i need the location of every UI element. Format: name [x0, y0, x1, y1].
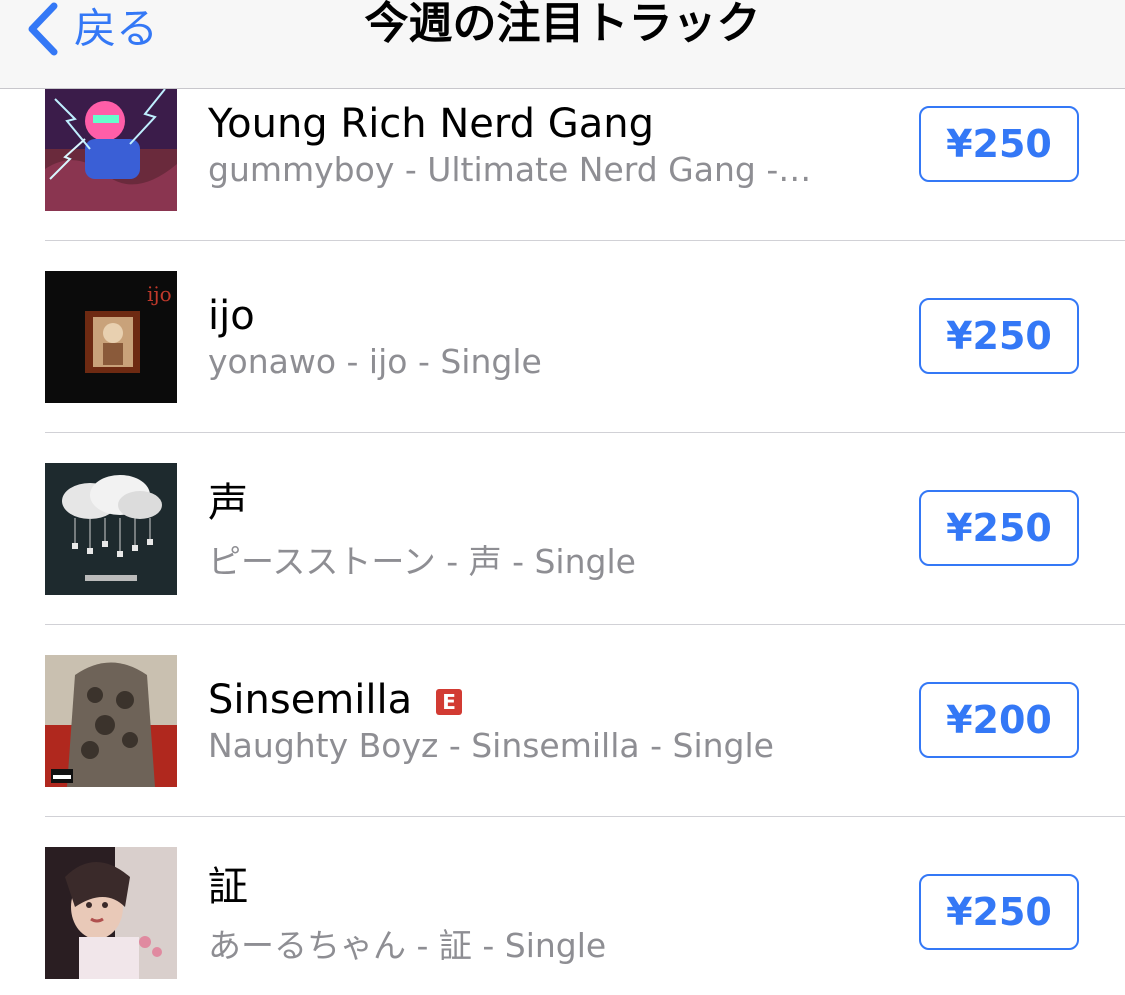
track-title: 声	[208, 480, 248, 526]
page-title: 今週の注目トラック	[364, 0, 761, 49]
track-subtitle: yonawo - ijo - Single	[208, 343, 542, 381]
track-row[interactable]: ijo ijo yonawo - ijo - Single ¥250	[0, 241, 1125, 433]
buy-price-button[interactable]: ¥250	[919, 298, 1079, 374]
buy-price-button[interactable]: ¥200	[919, 682, 1079, 758]
buy-price-button[interactable]: ¥250	[919, 106, 1079, 182]
track-list: Young Rich Nerd Gang gummyboy - Ultimate…	[0, 89, 1125, 995]
buy-price-button[interactable]: ¥250	[919, 874, 1079, 950]
album-artwork	[45, 89, 177, 211]
album-artwork: ijo	[45, 271, 177, 403]
album-artwork	[45, 655, 177, 787]
track-subtitle: あーるちゃん - 証 - Single	[208, 927, 607, 965]
track-subtitle: ピースストーン - 声 - Single	[208, 543, 636, 581]
track-subtitle: Naughty Boyz - Sinsemilla - Single	[208, 727, 774, 765]
track-title: Young Rich Nerd Gang	[208, 101, 654, 147]
track-title: ijo	[208, 293, 255, 339]
album-artwork	[45, 463, 177, 595]
track-title: 証	[208, 864, 248, 910]
track-title: Sinsemilla E	[208, 677, 463, 723]
navigation-bar: 戻る 今週の注目トラック	[0, 0, 1125, 89]
track-subtitle: gummyboy - Ultimate Nerd Gang -…	[208, 151, 812, 189]
track-row[interactable]: Sinsemilla E Naughty Boyz - Sinsemilla - …	[0, 625, 1125, 817]
album-artwork	[45, 847, 177, 979]
track-row[interactable]: 証 あーるちゃん - 証 - Single ¥250	[0, 817, 1125, 995]
buy-price-button[interactable]: ¥250	[919, 490, 1079, 566]
track-row[interactable]: Young Rich Nerd Gang gummyboy - Ultimate…	[0, 89, 1125, 241]
track-title-text: Sinsemilla	[208, 677, 413, 723]
track-row[interactable]: 声 ピースストーン - 声 - Single ¥250	[0, 433, 1125, 625]
explicit-badge: E	[436, 689, 463, 715]
svg-text:ijo: ijo	[147, 282, 172, 306]
